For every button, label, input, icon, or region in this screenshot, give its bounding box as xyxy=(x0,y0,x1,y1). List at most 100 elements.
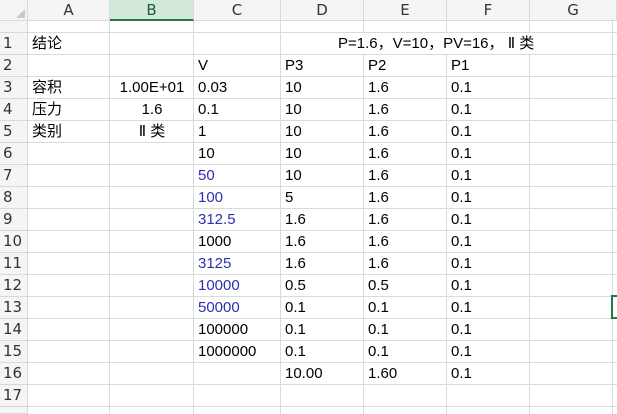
column-header-f[interactable]: F xyxy=(447,0,530,21)
cell-f16[interactable]: 0.1 xyxy=(447,363,530,384)
cell-e14[interactable]: 0.1 xyxy=(364,319,447,340)
cell-f9[interactable]: 0.1 xyxy=(447,209,530,230)
cell-d16[interactable]: 10.00 xyxy=(281,363,364,384)
cell-c13[interactable]: 50000 xyxy=(194,297,281,318)
cell-d2[interactable]: P3 xyxy=(281,55,364,76)
column-header-c[interactable]: C xyxy=(194,0,281,21)
gridline xyxy=(28,406,617,407)
cell-c3[interactable]: 0.03 xyxy=(194,77,281,98)
cell-d7[interactable]: 10 xyxy=(281,165,364,186)
column-header-e[interactable]: E xyxy=(364,0,447,21)
cell-d3[interactable]: 10 xyxy=(281,77,364,98)
cell-d11[interactable]: 1.6 xyxy=(281,253,364,274)
row-header-2[interactable]: 2 xyxy=(0,55,28,77)
cell-c2[interactable]: V xyxy=(194,55,281,76)
cell-f14[interactable]: 0.1 xyxy=(447,319,530,340)
cell-c10[interactable]: 1000 xyxy=(194,231,281,252)
cell-d8[interactable]: 5 xyxy=(281,187,364,208)
cell-c5[interactable]: 1 xyxy=(194,121,281,142)
row-header-9[interactable]: 9 xyxy=(0,209,28,231)
row-header-5[interactable]: 5 xyxy=(0,121,28,143)
cell-d14[interactable]: 0.1 xyxy=(281,319,364,340)
column-header-d[interactable]: D xyxy=(281,0,364,21)
cell-c7[interactable]: 50 xyxy=(194,165,281,186)
cell-c14[interactable]: 100000 xyxy=(194,319,281,340)
active-cell-selection xyxy=(611,295,617,319)
cell-c4[interactable]: 0.1 xyxy=(194,99,281,120)
cell-d9[interactable]: 1.6 xyxy=(281,209,364,230)
select-all-triangle-icon xyxy=(16,9,25,18)
cell-c15[interactable]: 1000000 xyxy=(194,341,281,362)
row-header-17[interactable]: 17 xyxy=(0,385,28,407)
cell-e9[interactable]: 1.6 xyxy=(364,209,447,230)
column-header-g[interactable]: G xyxy=(530,0,617,21)
cell-d10[interactable]: 1.6 xyxy=(281,231,364,252)
cell-f4[interactable]: 0.1 xyxy=(447,99,530,120)
cell-e2[interactable]: P2 xyxy=(364,55,447,76)
cell-c9[interactable]: 312.5 xyxy=(194,209,281,230)
spreadsheet-grid[interactable]: A B C D E F G 1 2 3 4 5 6 7 8 9 10 11 12… xyxy=(0,0,617,414)
cell-e11[interactable]: 1.6 xyxy=(364,253,447,274)
cell-e3[interactable]: 1.6 xyxy=(364,77,447,98)
row-header-4[interactable]: 4 xyxy=(0,99,28,121)
row-header-18[interactable] xyxy=(0,407,28,414)
cell-a4[interactable]: 压力 xyxy=(28,99,110,120)
cell-e5[interactable]: 1.6 xyxy=(364,121,447,142)
cell-f15[interactable]: 0.1 xyxy=(447,341,530,362)
cell-e6[interactable]: 1.6 xyxy=(364,143,447,164)
cell-d6[interactable]: 10 xyxy=(281,143,364,164)
cell-e8[interactable]: 1.6 xyxy=(364,187,447,208)
cell-e7[interactable]: 1.6 xyxy=(364,165,447,186)
row-header-1[interactable]: 1 xyxy=(0,33,28,55)
cell-f8[interactable]: 0.1 xyxy=(447,187,530,208)
row-header-10[interactable]: 10 xyxy=(0,231,28,253)
cell-f6[interactable]: 0.1 xyxy=(447,143,530,164)
cell-f10[interactable]: 0.1 xyxy=(447,231,530,252)
cell-a1[interactable]: 结论 xyxy=(28,33,110,54)
row-header-15[interactable]: 15 xyxy=(0,341,28,363)
cell-c8[interactable]: 100 xyxy=(194,187,281,208)
cell-e15[interactable]: 0.1 xyxy=(364,341,447,362)
cell-e13[interactable]: 0.1 xyxy=(364,297,447,318)
row-header-8[interactable]: 8 xyxy=(0,187,28,209)
cell-b5[interactable]: Ⅱ 类 xyxy=(110,121,194,142)
row-header-partial xyxy=(0,21,28,33)
cell-f13[interactable]: 0.1 xyxy=(447,297,530,318)
cell-d13[interactable]: 0.1 xyxy=(281,297,364,318)
cell-b3[interactable]: 1.00E+01 xyxy=(110,77,194,98)
row-header-11[interactable]: 11 xyxy=(0,253,28,275)
cell-f5[interactable]: 0.1 xyxy=(447,121,530,142)
cell-b4[interactable]: 1.6 xyxy=(110,99,194,120)
cell-c11[interactable]: 3125 xyxy=(194,253,281,274)
cell-e12[interactable]: 0.5 xyxy=(364,275,447,296)
select-all-corner[interactable] xyxy=(0,0,28,21)
cell-f12[interactable]: 0.1 xyxy=(447,275,530,296)
row-header-3[interactable]: 3 xyxy=(0,77,28,99)
row-header-6[interactable]: 6 xyxy=(0,143,28,165)
gridline xyxy=(28,384,617,385)
cell-d12[interactable]: 0.5 xyxy=(281,275,364,296)
column-header-a[interactable]: A xyxy=(28,0,110,21)
cell-e10[interactable]: 1.6 xyxy=(364,231,447,252)
cell-f2[interactable]: P1 xyxy=(447,55,530,76)
cell-d5[interactable]: 10 xyxy=(281,121,364,142)
cell-d15[interactable]: 0.1 xyxy=(281,341,364,362)
cell-a3[interactable]: 容积 xyxy=(28,77,110,98)
row-header-13[interactable]: 13 xyxy=(0,297,28,319)
row-header-14[interactable]: 14 xyxy=(0,319,28,341)
cell-a5[interactable]: 类别 xyxy=(28,121,110,142)
cell-f3[interactable]: 0.1 xyxy=(447,77,530,98)
cell-f7[interactable]: 0.1 xyxy=(447,165,530,186)
column-header-b[interactable]: B xyxy=(110,0,194,21)
cell-e16[interactable]: 1.60 xyxy=(364,363,447,384)
cell-c12[interactable]: 10000 xyxy=(194,275,281,296)
cell-e4[interactable]: 1.6 xyxy=(364,99,447,120)
row-header-7[interactable]: 7 xyxy=(0,165,28,187)
cell-d1[interactable]: P=1.6，V=10，PV=16， Ⅱ 类 xyxy=(281,33,612,54)
row-header-16[interactable]: 16 xyxy=(0,363,28,385)
cell-d4[interactable]: 10 xyxy=(281,99,364,120)
row-header-12[interactable]: 12 xyxy=(0,275,28,297)
gridline xyxy=(612,21,613,414)
cell-f11[interactable]: 0.1 xyxy=(447,253,530,274)
cell-c6[interactable]: 10 xyxy=(194,143,281,164)
